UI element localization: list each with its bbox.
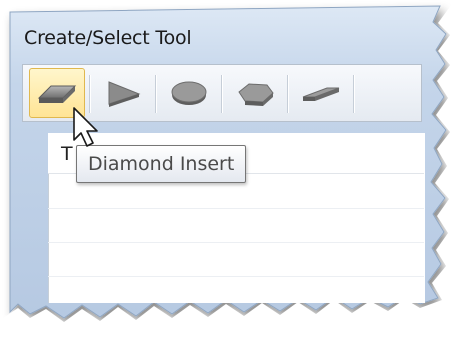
- mouse-cursor-icon: [73, 107, 98, 147]
- window-frame: Create/Select Tool T Diamond Insert: [0, 0, 452, 339]
